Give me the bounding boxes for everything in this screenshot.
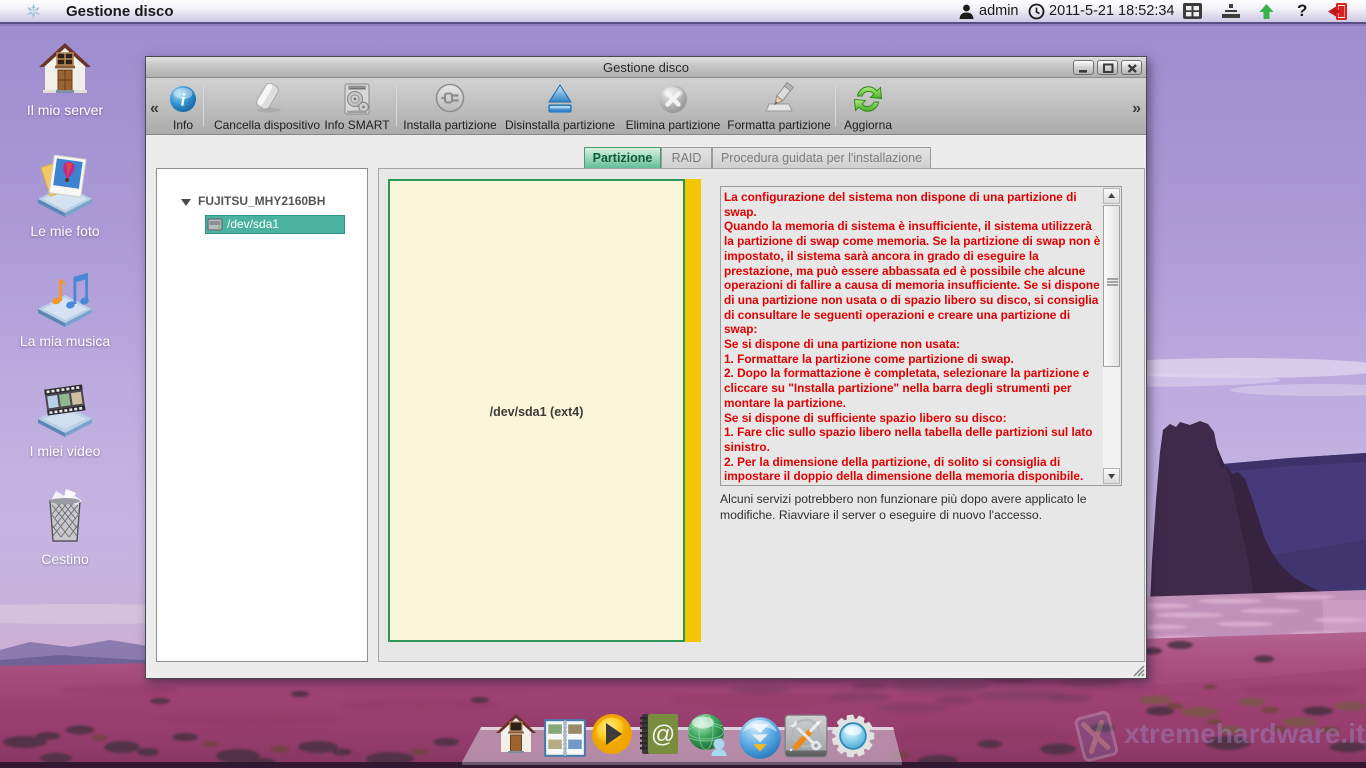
svg-text:@: @ <box>651 721 675 748</box>
svg-text:i: i <box>180 90 185 110</box>
